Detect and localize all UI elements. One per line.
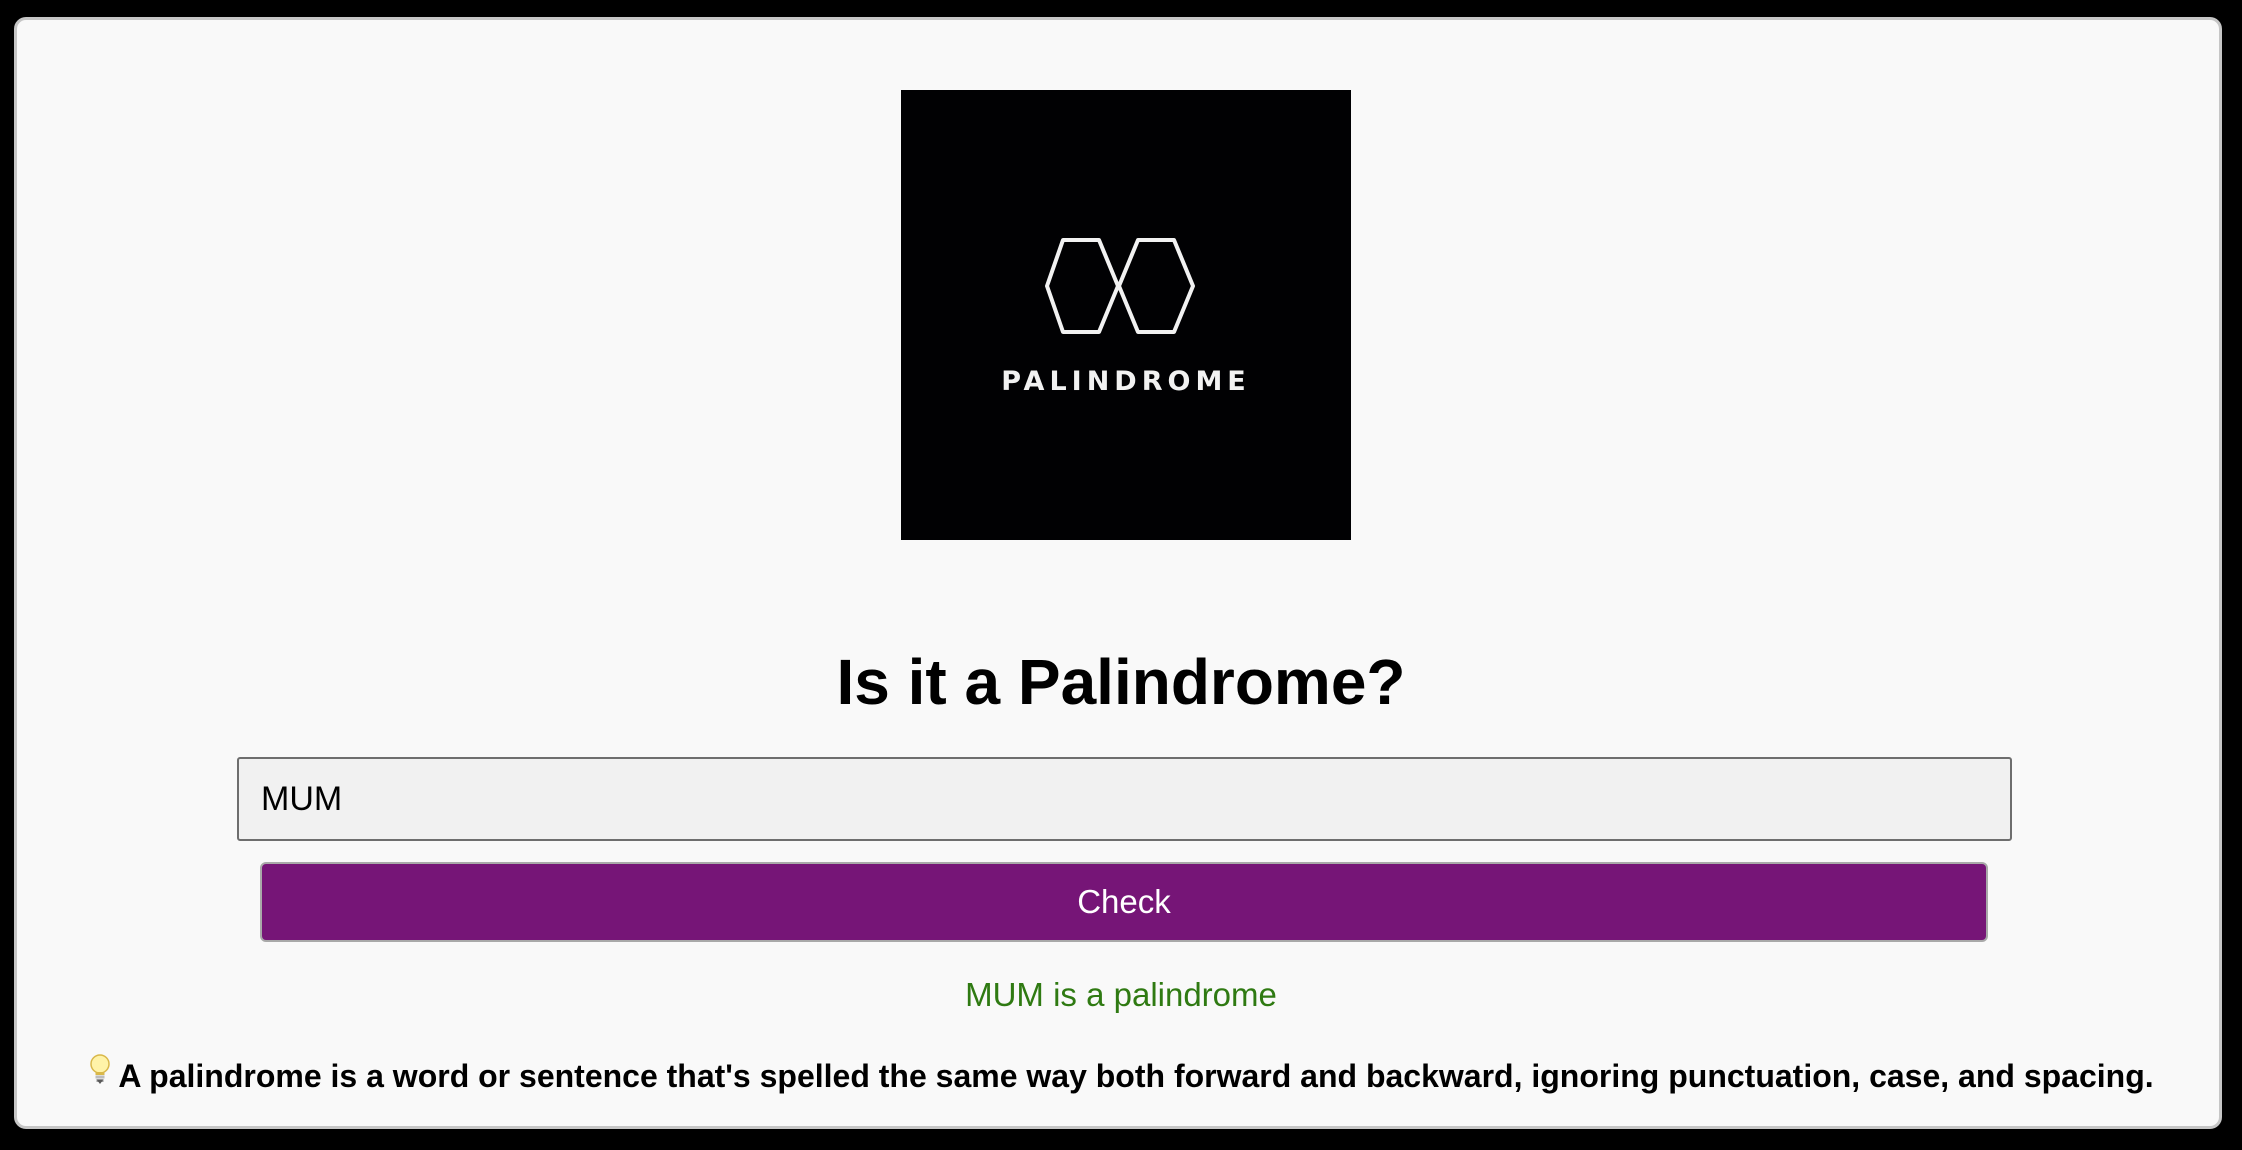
logo-wordmark: PALINDROME xyxy=(1001,366,1251,397)
result-message: MUM is a palindrome xyxy=(965,976,1277,1013)
app-card: PALINDROME Is it a Palindrome? Check MUM… xyxy=(14,17,2222,1129)
check-button[interactable]: Check xyxy=(260,862,1988,942)
palindrome-input[interactable] xyxy=(237,757,2012,841)
info-text-row: A palindrome is a word or sentence that'… xyxy=(17,1053,2225,1098)
page-title: Is it a Palindrome? xyxy=(836,646,1406,718)
hexagons-icon xyxy=(1045,238,1195,334)
info-text: A palindrome is a word or sentence that'… xyxy=(118,1058,2154,1094)
lightbulb-icon xyxy=(88,1053,112,1098)
palindrome-logo: PALINDROME xyxy=(901,90,1351,540)
